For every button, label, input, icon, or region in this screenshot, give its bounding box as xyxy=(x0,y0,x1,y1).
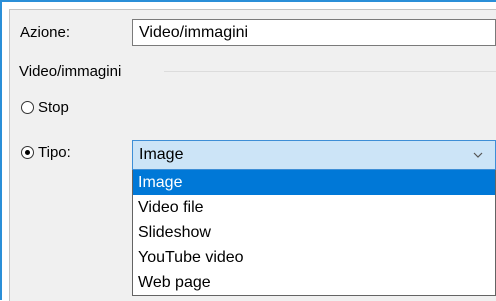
chevron-down-icon[interactable] xyxy=(473,152,483,158)
azione-field[interactable]: Video/immagini xyxy=(132,19,496,46)
dropdown-option[interactable]: Slideshow xyxy=(133,220,495,245)
azione-label: Azione: xyxy=(20,24,71,41)
dropdown-option[interactable]: YouTube video xyxy=(133,245,495,270)
tipo-radio-label[interactable]: Tipo: xyxy=(38,144,71,162)
group-title: Video/immagini xyxy=(19,63,122,80)
tipo-select[interactable]: Image xyxy=(132,140,496,170)
stop-radio[interactable] xyxy=(21,101,34,114)
dropdown-option[interactable]: Image xyxy=(133,170,495,195)
group-divider xyxy=(164,71,496,72)
dropdown-option[interactable]: Web page xyxy=(133,270,495,295)
tipo-dropdown-list: Image Video file Slideshow YouTube video… xyxy=(132,170,496,296)
tipo-radio[interactable] xyxy=(21,146,34,159)
radio-selected-dot xyxy=(25,150,30,155)
stop-radio-label[interactable]: Stop xyxy=(38,99,69,117)
dropdown-option[interactable]: Video file xyxy=(133,195,495,220)
tipo-select-value: Image xyxy=(139,146,184,163)
